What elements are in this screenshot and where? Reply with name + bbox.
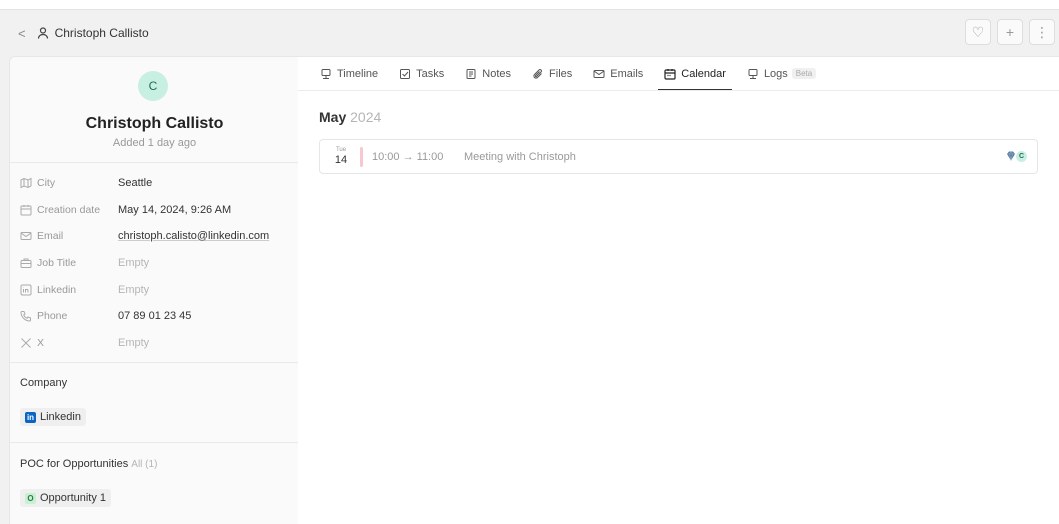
favorite-button[interactable]: ♡ bbox=[965, 19, 991, 45]
field-label: Job Title bbox=[20, 257, 118, 270]
briefcase-icon bbox=[20, 257, 33, 270]
field-value[interactable]: Empty bbox=[118, 284, 149, 296]
linkedin-icon bbox=[20, 284, 33, 297]
field-label: Linkedin bbox=[20, 284, 118, 297]
calendar-icon bbox=[664, 68, 676, 80]
field-value[interactable]: christoph.calisto@linkedin.com bbox=[118, 230, 269, 242]
map-icon bbox=[20, 177, 33, 190]
event-attendees[interactable]: C bbox=[1005, 150, 1027, 162]
event-day: 14 bbox=[334, 154, 348, 166]
company-section-title: Company bbox=[20, 377, 68, 389]
checkbox-icon bbox=[399, 68, 411, 80]
logs-icon bbox=[747, 68, 759, 80]
x-icon bbox=[20, 337, 33, 350]
heart-icon: ♡ bbox=[971, 23, 985, 40]
more-vertical-icon: ⋮ bbox=[1035, 23, 1049, 40]
company-chip[interactable]: in Linkedin bbox=[20, 408, 86, 426]
field-creation-date[interactable]: Creation date May 14, 2024, 9:26 AM bbox=[20, 201, 295, 219]
tab-tasks[interactable]: Tasks bbox=[393, 57, 450, 90]
field-label: Email bbox=[20, 230, 118, 243]
field-label: City bbox=[20, 177, 118, 190]
event-date: Tue 14 bbox=[328, 147, 354, 166]
back-chevron-icon[interactable]: < bbox=[18, 26, 26, 41]
person-name[interactable]: Christoph Callisto bbox=[10, 115, 299, 133]
field-label: Phone bbox=[20, 310, 118, 323]
tab-emails[interactable]: Emails bbox=[587, 57, 649, 90]
divider bbox=[10, 162, 299, 163]
opportunity-icon: O bbox=[25, 492, 36, 504]
divider bbox=[10, 442, 299, 443]
event-time: 10:00 → 11:00 bbox=[372, 150, 444, 163]
calendar-month-heading: May 2024 bbox=[319, 109, 382, 125]
poc-count-link[interactable]: All (1) bbox=[131, 459, 157, 470]
field-value[interactable]: 07 89 01 23 45 bbox=[118, 310, 191, 322]
attendee-avatar: C bbox=[1016, 150, 1027, 162]
header-actions: ♡ + ⋮ bbox=[965, 19, 1055, 45]
field-x[interactable]: X Empty bbox=[20, 334, 295, 352]
timeline-icon bbox=[320, 68, 332, 80]
calendar-icon bbox=[20, 204, 33, 217]
tabs-divider bbox=[298, 90, 1059, 91]
phone-icon bbox=[20, 310, 33, 323]
add-button[interactable]: + bbox=[997, 19, 1023, 45]
field-email[interactable]: Email christoph.calisto@linkedin.com bbox=[20, 227, 295, 245]
tab-logs[interactable]: Logs Beta bbox=[741, 57, 822, 90]
field-value[interactable]: Empty bbox=[118, 257, 149, 269]
event-color-bar bbox=[360, 146, 363, 167]
field-job-title[interactable]: Job Title Empty bbox=[20, 254, 295, 272]
field-phone[interactable]: Phone 07 89 01 23 45 bbox=[20, 307, 295, 325]
company-chip-label: Linkedin bbox=[40, 411, 81, 423]
field-label: X bbox=[20, 337, 118, 350]
opportunity-chip[interactable]: O Opportunity 1 bbox=[20, 489, 112, 507]
field-value[interactable]: May 14, 2024, 9:26 AM bbox=[118, 204, 231, 216]
poc-section-title: POC for Opportunities All (1) bbox=[20, 458, 158, 470]
profile-panel: C Christoph Callisto Added 1 day ago Cit… bbox=[9, 56, 299, 524]
divider bbox=[10, 362, 299, 363]
paperclip-icon bbox=[532, 68, 544, 80]
added-date: Added 1 day ago bbox=[112, 137, 197, 149]
record-title: Christoph Callisto bbox=[54, 26, 149, 40]
event-weekday: Tue bbox=[335, 147, 347, 153]
record-tabs: Timeline Tasks Notes Files Emails Calend… bbox=[314, 57, 831, 90]
opportunity-chip-label: Opportunity 1 bbox=[40, 492, 107, 504]
tab-timeline[interactable]: Timeline bbox=[314, 57, 384, 90]
tab-notes[interactable]: Notes bbox=[459, 57, 517, 90]
field-label: Creation date bbox=[20, 204, 118, 217]
more-button[interactable]: ⋮ bbox=[1029, 19, 1055, 45]
tab-files[interactable]: Files bbox=[526, 57, 578, 90]
mail-icon bbox=[593, 68, 605, 80]
field-city[interactable]: City Seattle bbox=[20, 174, 295, 192]
beta-badge: Beta bbox=[791, 68, 817, 79]
plus-icon: + bbox=[1005, 24, 1015, 40]
window-top-strip bbox=[0, 0, 1059, 9]
record-main: Timeline Tasks Notes Files Emails Calend… bbox=[298, 56, 1059, 524]
notes-icon bbox=[465, 68, 477, 80]
avatar[interactable]: C bbox=[138, 71, 168, 101]
calendar-event-row[interactable]: Tue 14 10:00 → 11:00 Meeting with Christ… bbox=[319, 139, 1038, 174]
person-icon bbox=[36, 26, 50, 40]
record-header: < Christoph Callisto ♡ + ⋮ bbox=[0, 9, 1059, 56]
tab-calendar[interactable]: Calendar bbox=[658, 57, 732, 90]
field-value[interactable]: Empty bbox=[118, 337, 149, 349]
mail-icon bbox=[20, 230, 33, 243]
event-title: Meeting with Christoph bbox=[464, 150, 576, 163]
field-linkedin[interactable]: Linkedin Empty bbox=[20, 281, 295, 299]
field-value[interactable]: Seattle bbox=[118, 177, 152, 189]
linkedin-logo-icon: in bbox=[25, 411, 36, 423]
